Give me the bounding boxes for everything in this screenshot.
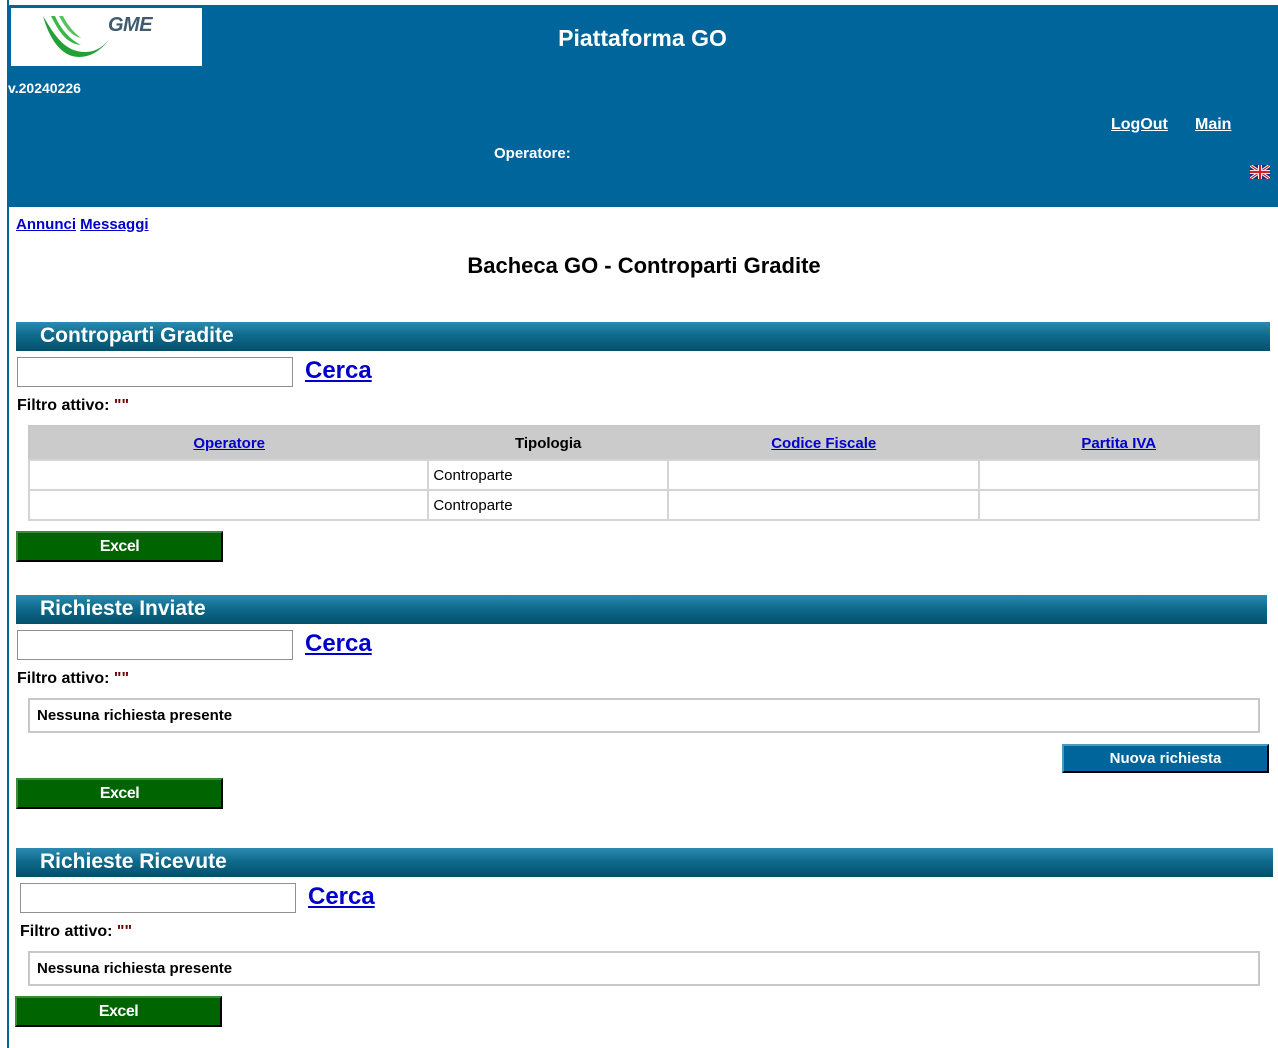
filter-value: "" <box>113 397 130 414</box>
search-input-inviate[interactable] <box>17 630 293 660</box>
filter-status-inviate: Filtro attivo: "" <box>17 670 129 688</box>
cell-tipologia: Controparte <box>427 489 669 521</box>
filter-value: "" <box>113 670 130 687</box>
excel-button-controparti[interactable]: Excel <box>16 531 223 562</box>
cell-codice-fiscale <box>666 459 981 491</box>
filter-status-ricevute: Filtro attivo: "" <box>20 923 132 941</box>
cell-operatore <box>27 489 430 521</box>
uk-flag-icon[interactable] <box>1250 165 1270 179</box>
section-title: Controparti Gradite <box>40 324 234 347</box>
cell-codice-fiscale <box>666 489 981 521</box>
search-input-controparti[interactable] <box>17 357 293 387</box>
search-link-inviate[interactable]: Cerca <box>305 630 372 658</box>
table-header-row: Operatore Tipologia Codice Fiscale Parti… <box>29 426 1259 460</box>
operator-label: Operatore: <box>494 145 571 162</box>
section-header-ricevute: Richieste Ricevute <box>16 848 1273 877</box>
col-header-tipologia: Tipologia <box>428 426 668 460</box>
section-header-controparti: Controparti Gradite <box>16 322 1270 351</box>
search-link-controparti[interactable]: Cerca <box>305 357 372 385</box>
cell-tipologia: Controparte <box>427 459 669 491</box>
excel-button-ricevute[interactable]: Excel <box>15 996 222 1027</box>
cell-partita-iva <box>978 489 1260 521</box>
logout-link[interactable]: LogOut <box>1111 116 1168 134</box>
excel-button-inviate[interactable]: Excel <box>16 778 223 809</box>
nav-messaggi[interactable]: Messaggi <box>80 216 148 233</box>
col-header-partita-iva[interactable]: Partita IVA <box>979 426 1259 460</box>
search-link-ricevute[interactable]: Cerca <box>308 883 375 911</box>
app-title: Piattaforma GO <box>558 25 727 51</box>
filter-label: Filtro attivo: <box>20 923 113 940</box>
filter-label: Filtro attivo: <box>17 670 110 687</box>
search-input-ricevute[interactable] <box>20 883 296 913</box>
top-nav: Annunci Messaggi <box>16 216 149 233</box>
empty-message-ricevute: Nessuna richiesta presente <box>28 951 1260 986</box>
section-title: Richieste Ricevute <box>40 850 227 873</box>
main-link[interactable]: Main <box>1195 116 1231 134</box>
version-label: v.20240226 <box>8 80 81 96</box>
section-header-inviate: Richieste Inviate <box>16 595 1267 624</box>
nav-annunci[interactable]: Annunci <box>16 216 76 233</box>
col-header-operatore[interactable]: Operatore <box>29 426 429 460</box>
cell-operatore <box>27 459 430 491</box>
filter-value: "" <box>116 923 133 940</box>
section-title: Richieste Inviate <box>40 597 206 620</box>
table-row: Controparte <box>27 459 1260 491</box>
col-header-codice-fiscale[interactable]: Codice Fiscale <box>668 426 980 460</box>
filter-label: Filtro attivo: <box>17 397 110 414</box>
filter-status-controparti: Filtro attivo: "" <box>17 397 129 415</box>
empty-message-inviate: Nessuna richiesta presente <box>28 698 1260 733</box>
new-request-button[interactable]: Nuova richiesta <box>1062 744 1269 773</box>
cell-partita-iva <box>978 459 1260 491</box>
page-title: Bacheca GO - Controparti Gradite <box>467 253 821 278</box>
controparti-table: Operatore Tipologia Codice Fiscale Parti… <box>27 425 1260 521</box>
table-row: Controparte <box>27 489 1260 521</box>
header-bar: GME Piattaforma GO v.20240226 LogOut Mai… <box>7 5 1278 207</box>
